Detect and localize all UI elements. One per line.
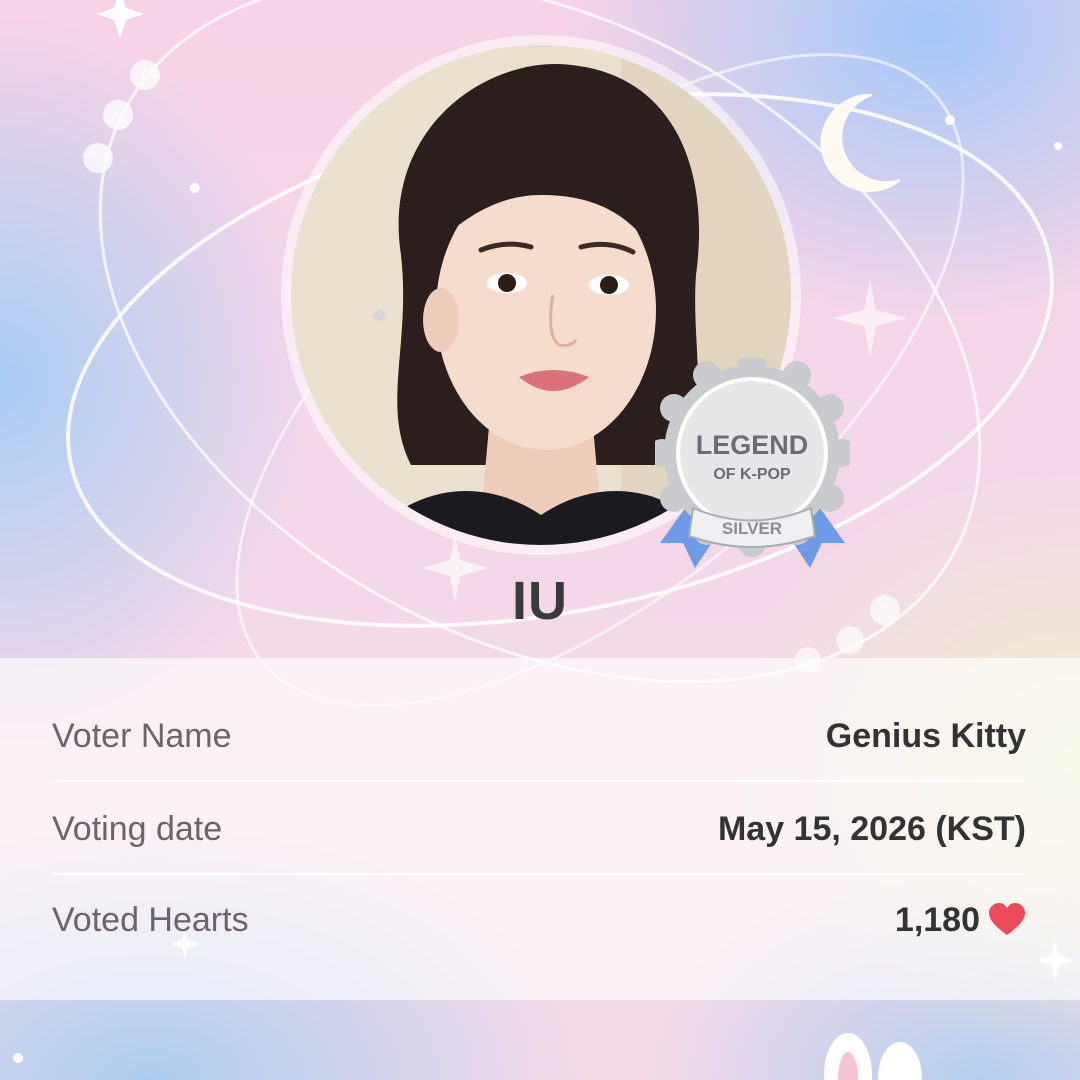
badge-line1: LEGEND — [696, 430, 809, 460]
voter-name-value: Genius Kitty — [825, 716, 1026, 755]
artist-name: IU — [512, 571, 568, 631]
voting-date-label: Voting date — [52, 809, 223, 848]
voter-name-label: Voter Name — [52, 716, 232, 755]
detail-row-voter-name: Voter Name Genius Kitty — [52, 690, 1026, 782]
legend-silver-badge: LEGEND OF K-POP SILVER — [655, 358, 850, 568]
vote-details-card: Voter Name Genius Kitty Voting date May … — [0, 658, 1080, 1000]
badge-tier: SILVER — [722, 519, 782, 538]
detail-row-voting-date: Voting date May 15, 2026 (KST) — [52, 783, 1026, 875]
voted-hearts-label: Voted Hearts — [52, 900, 249, 939]
heart-icon — [989, 903, 1025, 935]
badge-line2: OF K-POP — [713, 466, 791, 483]
voted-hearts-value: 1,180 — [895, 901, 1026, 940]
voting-date-value: May 15, 2026 (KST) — [717, 809, 1026, 848]
row-divider — [52, 780, 1026, 782]
detail-row-voted-hearts: Voted Hearts 1,180 — [52, 874, 1026, 966]
